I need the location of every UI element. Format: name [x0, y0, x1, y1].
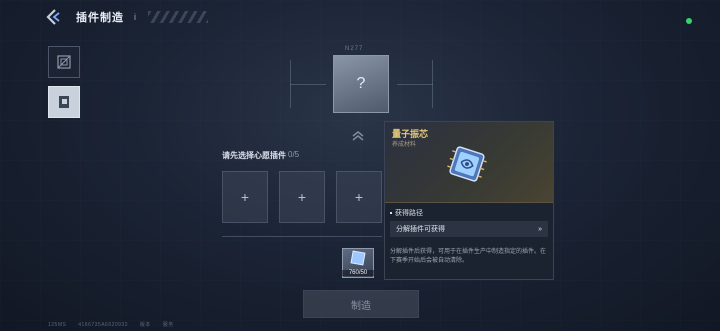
item-tooltip: 量子振芯 养成材料 获得路径 分解插件可获得 » 分解插件后获得，可用于在插件生…: [384, 121, 554, 280]
title-decoration: [148, 11, 208, 23]
plugin-grid-icon: [57, 55, 71, 69]
plus-icon: +: [354, 189, 364, 205]
side-tab-plugin-grid[interactable]: [48, 46, 80, 78]
wish-plugin-count: 0/5: [288, 150, 300, 159]
footer-tag-2: 服务: [162, 322, 174, 328]
tooltip-header: 量子振芯 养成材料: [385, 122, 553, 203]
material-count: 760/50: [342, 270, 374, 276]
side-tab-plugin-craft[interactable]: [48, 86, 80, 118]
footer-tag-1: 版本: [139, 322, 151, 328]
plus-icon: +: [240, 189, 250, 205]
slot-code: N277: [345, 46, 364, 52]
wish-plugin-label: 请先选择心愿插件: [222, 151, 286, 160]
double-chevron-icon: »: [538, 225, 542, 233]
wish-slot-1[interactable]: +: [222, 171, 268, 223]
ping-text: 125MS: [48, 322, 67, 328]
guide-line-left: [290, 84, 326, 85]
plus-icon: +: [297, 189, 307, 205]
unknown-label: ?: [356, 75, 366, 92]
quantum-core-art-icon: [447, 146, 487, 182]
source-section-title: 获得路径: [390, 208, 423, 218]
source-row[interactable]: 分解插件可获得 »: [390, 221, 548, 237]
uid-text: 4166735A6620932: [78, 322, 128, 328]
craft-label: 制造: [351, 300, 371, 312]
footer: 125MS 4166735A6620932 版本 服务: [48, 321, 184, 328]
chevron-up-icon: [351, 130, 365, 145]
target-plugin-slot[interactable]: ?: [333, 55, 389, 113]
info-icon[interactable]: i: [134, 12, 136, 22]
back-button[interactable]: [42, 6, 64, 28]
back-arrow-icon: [46, 9, 60, 25]
source-text: 分解插件可获得: [396, 226, 445, 233]
item-description: 分解插件后获得，可用于在插件生产中制造指定的插件。在下赛季开始后会被自动清除。: [390, 249, 547, 264]
guide-line-right: [397, 84, 433, 85]
page-title: 插件制造: [76, 12, 124, 24]
plugin-craft-icon: [59, 96, 69, 108]
guide-line-right-v: [432, 60, 433, 108]
craft-button[interactable]: 制造: [303, 290, 419, 318]
wish-slot-2[interactable]: +: [279, 171, 325, 223]
top-bar: 插件制造 i: [42, 6, 208, 28]
item-type: 养成材料: [392, 142, 417, 148]
wish-slot-3[interactable]: +: [336, 171, 382, 223]
status-dot-icon: [686, 18, 692, 24]
guide-line-left-v: [290, 60, 291, 108]
divider: [222, 236, 382, 237]
quantum-core-icon: [350, 250, 366, 266]
